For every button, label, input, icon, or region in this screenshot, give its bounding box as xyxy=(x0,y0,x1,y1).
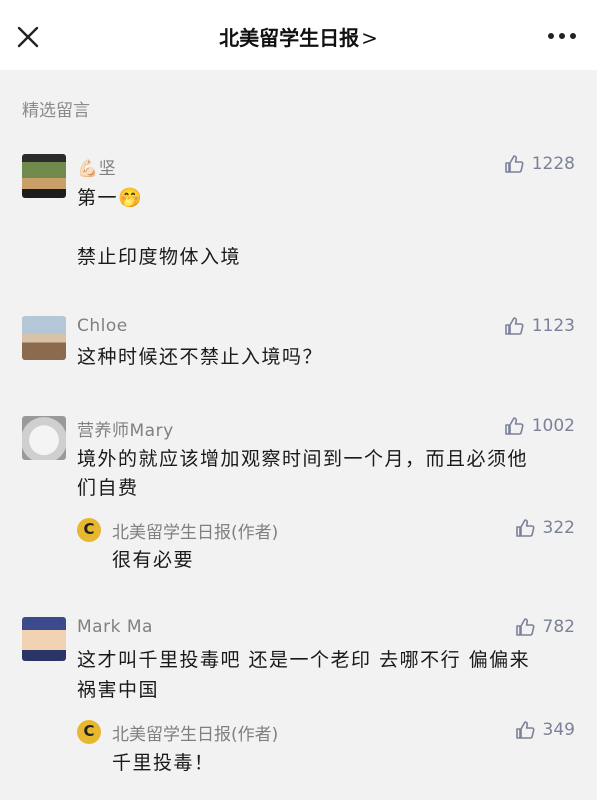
comment-text-line: 祸害中国 xyxy=(77,679,160,701)
section-label: 精选留言 xyxy=(22,101,90,121)
thumbs-up-icon xyxy=(515,519,535,537)
reply-like-button[interactable]: 322 xyxy=(515,518,575,538)
comment-text-line: 这种时候还不禁止入境吗？ xyxy=(77,346,324,368)
reply-author-name: 北美留学生日报(作者) xyxy=(112,725,279,745)
like-button[interactable]: 1228 xyxy=(504,154,575,174)
reply-author-name: 北美留学生日报(作者) xyxy=(112,523,279,543)
thumbs-up-icon xyxy=(504,155,524,173)
more-dots-icon[interactable] xyxy=(547,30,577,42)
like-count: 322 xyxy=(542,518,575,538)
reply-text: 很有必要 xyxy=(112,549,195,571)
like-button[interactable]: 1123 xyxy=(504,316,575,336)
comment-text-line: 第一🤭 xyxy=(77,187,144,209)
account-name[interactable]: 北美留学生日报 xyxy=(219,26,359,50)
like-count: 349 xyxy=(542,720,575,740)
comment-text-line: 们自费 xyxy=(77,477,139,499)
avatar[interactable] xyxy=(22,416,66,460)
commenter-name: 营养师Mary xyxy=(77,421,174,441)
like-count: 1002 xyxy=(531,416,575,436)
thumbs-up-icon xyxy=(504,317,524,335)
reply-like-button[interactable]: 349 xyxy=(515,720,575,740)
like-button[interactable]: 1002 xyxy=(504,416,575,436)
like-count: 1228 xyxy=(531,154,575,174)
commenter-name: Chloe xyxy=(77,316,128,336)
comment-text-line: 这才叫千里投毒吧 还是一个老印 去哪不行 偏偏来 xyxy=(77,649,531,671)
thumbs-up-icon xyxy=(515,618,535,636)
like-count: 782 xyxy=(542,617,575,637)
reply-text: 千里投毒！ xyxy=(112,752,215,774)
comment-text-line: 境外的就应该增加观察时间到一个月，而且必须他 xyxy=(77,448,529,470)
thumbs-up-icon xyxy=(504,417,524,435)
avatar[interactable] xyxy=(22,617,66,661)
commenter-name: Mark Ma xyxy=(77,617,153,637)
avatar[interactable] xyxy=(22,316,66,360)
like-count: 1123 xyxy=(531,316,575,336)
like-button[interactable]: 782 xyxy=(515,617,575,637)
thumbs-up-icon xyxy=(515,721,535,739)
author-badge-icon xyxy=(77,518,101,542)
avatar[interactable] xyxy=(22,154,66,198)
comment-text-line: 禁止印度物体入境 xyxy=(77,246,242,268)
page-title[interactable]: 北美留学生日报 > xyxy=(0,22,597,51)
commenter-name: 💪🏻坚 xyxy=(77,159,117,179)
top-bar: 北美留学生日报 > xyxy=(0,0,597,70)
author-badge-icon xyxy=(77,720,101,744)
chevron-right-icon: > xyxy=(361,26,378,50)
